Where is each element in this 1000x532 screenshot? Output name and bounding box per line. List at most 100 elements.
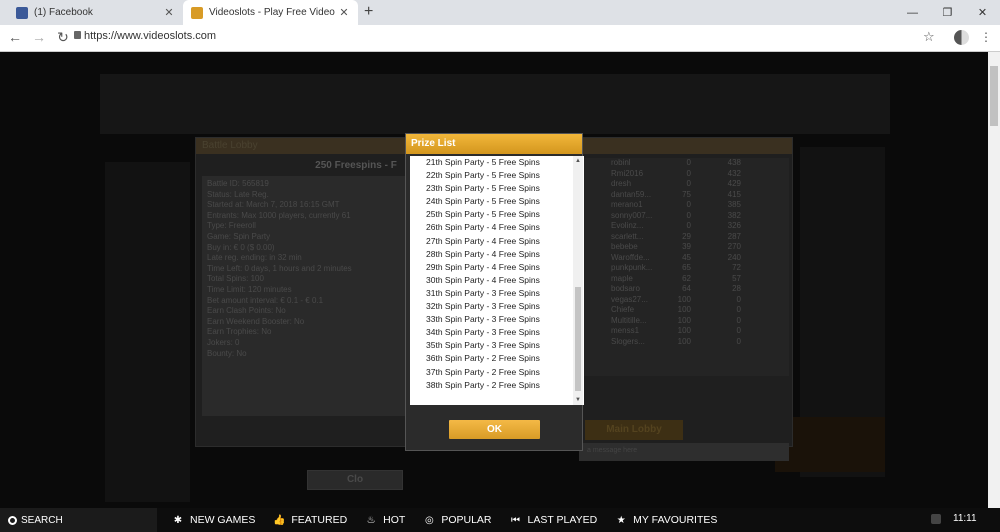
url-field[interactable]: https://www.videoslots.com <box>84 30 216 42</box>
info-line: Battle ID: 565819 <box>207 179 269 188</box>
list-item: 25th Spin Party - 5 Free Spins <box>426 209 540 220</box>
table-row: merano1 0 385 <box>579 200 789 211</box>
close-tab-icon[interactable]: ✕ <box>338 6 350 19</box>
minimize-icon[interactable]: — <box>895 0 930 25</box>
info-line: Bounty: No <box>207 348 247 358</box>
new-games-icon: ✱ <box>173 514 183 526</box>
table-cell: 0 <box>736 315 741 325</box>
table-cell: 0 <box>686 168 691 178</box>
menu-icon[interactable]: ⋮ <box>980 30 992 44</box>
tab-facebook[interactable]: (1) Facebook ✕ <box>8 0 183 25</box>
back-icon[interactable]: ← <box>6 29 24 45</box>
info-line: Game: Spin Party <box>207 231 271 241</box>
forward-icon[interactable]: → <box>30 29 48 45</box>
list-item: 27th Spin Party - 4 Free Spins <box>426 235 540 246</box>
clock: 11:11 <box>953 513 977 524</box>
search-label: SEARCH <box>21 514 63 526</box>
nav-item-popular[interactable]: ◎ POPULAR <box>423 514 492 526</box>
table-cell: dantan59... <box>611 189 652 199</box>
scroll-thumb[interactable] <box>575 287 581 391</box>
tab-title: Videoslots - Play Free Video Slots <box>209 7 338 18</box>
search-button[interactable]: SEARCH <box>0 508 157 532</box>
table-row: robinl 0 438 <box>579 158 789 169</box>
table-cell: robinl <box>611 158 631 167</box>
table-cell: 0 <box>736 305 741 314</box>
table-row: Chiefe 100 0 <box>579 305 789 316</box>
table-row: dantan59... 75 415 <box>579 190 789 201</box>
star-icon: ★ <box>616 514 626 526</box>
table-row: Rmi2016 0 432 <box>579 169 789 180</box>
nav-label: FEATURED <box>291 514 348 526</box>
info-line: Time Limit: 120 minutes <box>207 284 292 294</box>
lock-icon[interactable] <box>931 514 941 524</box>
chat-input[interactable]: a message here <box>579 443 789 461</box>
nav-item-featured[interactable]: 👍 FEATURED <box>273 514 347 526</box>
table-cell: 100 <box>677 315 691 325</box>
list-item: 22th Spin Party - 5 Free Spins <box>426 170 540 181</box>
info-line: Earn Weekend Booster: No <box>207 316 305 326</box>
table-row: vegas27... 100 0 <box>579 295 789 306</box>
reload-icon[interactable]: ↻ <box>54 29 72 46</box>
profile-avatar[interactable] <box>954 30 969 45</box>
info-line: Buy in: € 0 ($ 0.00) <box>207 242 275 252</box>
site-header <box>100 74 890 134</box>
browser-tab-bar: (1) Facebook ✕ Videoslots - Play Free Vi… <box>0 0 1000 25</box>
table-cell: 287 <box>727 231 741 241</box>
table-cell: Slogers... <box>611 336 645 346</box>
close-lobby-button[interactable]: Clo <box>307 470 403 490</box>
table-cell: 29 <box>682 231 691 241</box>
table-cell: 65 <box>682 263 691 272</box>
close-window-icon[interactable]: ✕ <box>965 0 1000 25</box>
table-row: bodsaro 64 28 <box>579 284 789 295</box>
scroll-up-icon[interactable]: ▲ <box>575 158 581 164</box>
table-row: Slogers... 100 0 <box>579 337 789 348</box>
list-item: 36th Spin Party - 2 Free Spins <box>426 353 540 364</box>
page-scrollbar[interactable] <box>988 52 1000 508</box>
prize-list[interactable]: 21th Spin Party - 5 Free Spins 22th Spin … <box>410 156 584 405</box>
table-cell: 415 <box>727 189 741 199</box>
dialog-title: Prize List <box>406 134 582 154</box>
table-row: bebebe 39 270 <box>579 242 789 253</box>
scroll-thumb[interactable] <box>990 66 998 126</box>
restore-icon[interactable]: ❐ <box>930 0 965 25</box>
tab-videoslots[interactable]: Videoslots - Play Free Video Slots ✕ <box>183 0 358 25</box>
nav-label: POPULAR <box>441 514 492 526</box>
table-cell: 28 <box>732 284 741 293</box>
table-row: dresh 0 429 <box>579 179 789 190</box>
info-line: Late reg. ending: in 32 min <box>207 253 302 263</box>
info-line: Bet amount interval: € 0.1 - € 0.1 <box>207 295 324 305</box>
close-tab-icon[interactable]: ✕ <box>163 6 175 19</box>
nav-item-last-played[interactable]: ⏮ LAST PLAYED <box>510 514 597 526</box>
table-cell: 0 <box>736 326 741 335</box>
list-scrollbar[interactable]: ▲ ▼ <box>573 156 583 405</box>
list-item: 33th Spin Party - 3 Free Spins <box>426 314 540 325</box>
nav-item-my-favourites[interactable]: ★ MY FAVOURITES <box>615 514 718 526</box>
info-line: Jokers: 0 <box>207 337 240 347</box>
table-row: Multitille... 100 0 <box>579 316 789 327</box>
list-item: 35th Spin Party - 3 Free Spins <box>426 340 540 351</box>
new-tab-button[interactable]: + <box>364 3 373 21</box>
address-bar: ← → ↻ https://www.videoslots.com ☆ ⋮ <box>0 25 1000 52</box>
leaderboard: robinl 0 438 Rmi2016 0 432 dresh 0 429 dantan59..… <box>579 158 789 376</box>
info-line: Time Left: 0 days, 1 hours and 2 minutes <box>207 263 352 273</box>
ok-button[interactable]: OK <box>449 420 540 439</box>
table-row: Evolinz... 0 326 <box>579 221 789 232</box>
table-cell: Multitille... <box>611 315 647 325</box>
table-cell: 270 <box>727 242 741 251</box>
info-line: Total Spins: 100 <box>207 274 264 284</box>
nav-item-hot[interactable]: ♨ HOT <box>365 514 406 526</box>
table-cell: Evolinz... <box>611 221 644 230</box>
table-row: menss1 100 0 <box>579 326 789 337</box>
main-lobby-button[interactable]: Main Lobby <box>585 420 683 440</box>
list-item: 23th Spin Party - 5 Free Spins <box>426 183 540 194</box>
table-cell: 64 <box>682 284 691 293</box>
table-cell: 39 <box>682 242 691 251</box>
nav-item-new-games[interactable]: ✱ NEW GAMES <box>172 514 256 526</box>
table-cell: 100 <box>677 305 691 314</box>
table-cell: 100 <box>677 294 691 304</box>
nav-label: MY FAVOURITES <box>633 514 718 526</box>
scroll-down-icon[interactable]: ▼ <box>575 397 581 403</box>
table-cell: merano1 <box>611 200 643 209</box>
bookmark-star-icon[interactable]: ☆ <box>923 29 935 45</box>
table-cell: 0 <box>736 294 741 304</box>
